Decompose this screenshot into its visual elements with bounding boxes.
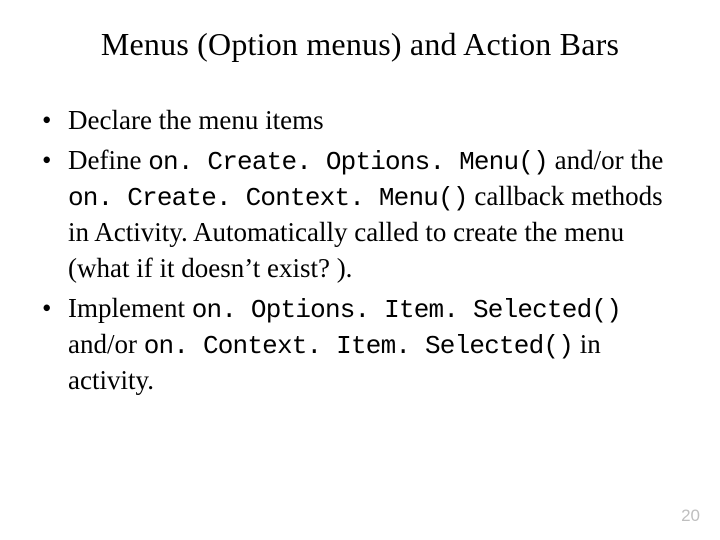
page-number: 20 — [681, 506, 700, 526]
code-on-create-context-menu: on. Create. Context. Menu() — [68, 183, 468, 213]
slide-title: Menus (Option menus) and Action Bars — [32, 26, 688, 63]
bullet-text-part: Define — [68, 145, 148, 175]
code-on-context-item-selected: on. Context. Item. Selected() — [144, 331, 573, 361]
bullet-text: Declare the menu items — [68, 105, 324, 135]
slide: Menus (Option menus) and Action Bars Dec… — [0, 0, 720, 540]
bullet-text-part: and/or the — [548, 145, 663, 175]
bullet-item-1: Declare the menu items — [38, 103, 688, 139]
bullet-item-2: Define on. Create. Options. Menu() and/o… — [38, 143, 688, 287]
bullet-text-part: and/or — [68, 329, 144, 359]
code-on-create-options-menu: on. Create. Options. Menu() — [148, 147, 548, 177]
bullet-text-part: Implement — [68, 293, 192, 323]
bullet-list: Declare the menu items Define on. Create… — [32, 103, 688, 399]
bullet-item-3: Implement on. Options. Item. Selected() … — [38, 291, 688, 399]
code-on-options-item-selected: on. Options. Item. Selected() — [192, 295, 621, 325]
